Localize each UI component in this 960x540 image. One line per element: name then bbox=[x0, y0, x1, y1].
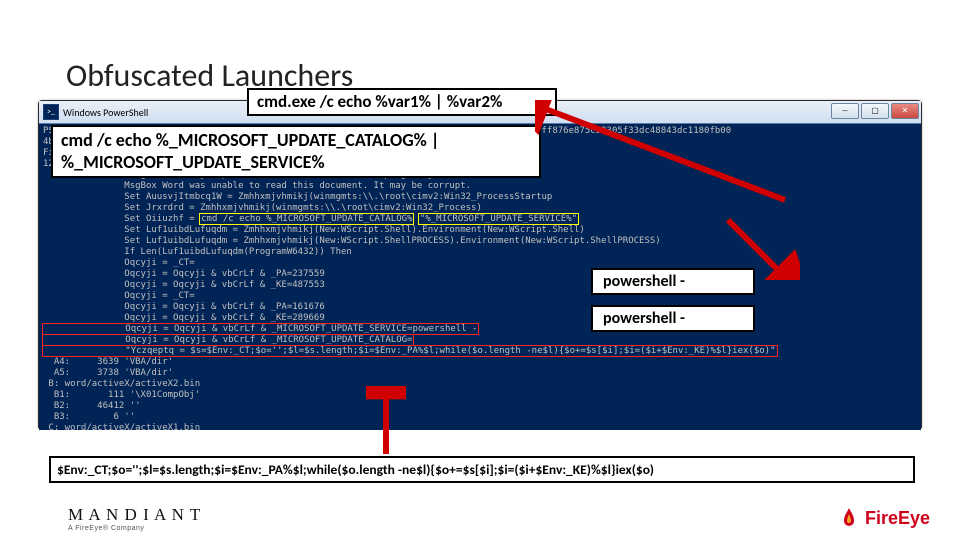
label-powershell-2: powershell - bbox=[591, 305, 755, 332]
highlighted-cmd-catalog: cmd /c echo %_MICROSOFT_UPDATE_CATALOG% bbox=[200, 214, 413, 224]
mandiant-subtext: A FireEye® Company bbox=[68, 525, 201, 532]
fireeye-logo: FireEye bbox=[837, 506, 930, 530]
minimize-button[interactable]: ― bbox=[831, 103, 859, 119]
label-cmd-generic: cmd.exe /c echo %var1% | %var2% bbox=[247, 88, 557, 116]
arrow-top bbox=[535, 100, 795, 210]
label-deobfuscated: $Env:_CT;$o='';$l=$s.length;$i=$Env:_PA%… bbox=[49, 456, 915, 483]
highlighted-cmd-service: "%_MICROSOFT_UPDATE_SERVICE%" bbox=[419, 214, 578, 224]
powershell-icon: >_ bbox=[43, 104, 59, 120]
maximize-button[interactable]: ▢ bbox=[861, 103, 889, 119]
mandiant-text: M A N D I A N T bbox=[68, 505, 201, 524]
highlighted-payload: "Yczqeptq = $s=$Env:_CT;$o='';$l=$s.leng… bbox=[43, 346, 777, 356]
mandiant-logo: M A N D I A N T A FireEye® Company bbox=[68, 505, 201, 532]
window-caption: Windows PowerShell bbox=[63, 106, 148, 119]
fireeye-text: FireEye bbox=[865, 508, 930, 529]
flame-icon bbox=[837, 506, 861, 530]
highlighted-catalog-assign: Oqcyji = Oqcyji & vbCrLf & _MICROSOFT_UP… bbox=[43, 335, 413, 345]
highlighted-service-powershell: Oqcyji = Oqcyji & vbCrLf & _MICROSOFT_UP… bbox=[43, 324, 478, 334]
close-button[interactable]: ✕ bbox=[891, 103, 919, 119]
arrow-right bbox=[720, 216, 800, 280]
arrow-up bbox=[366, 386, 406, 458]
label-cmd-expanded: cmd /c echo %_MICROSOFT_UPDATE_CATALOG% … bbox=[51, 125, 541, 178]
